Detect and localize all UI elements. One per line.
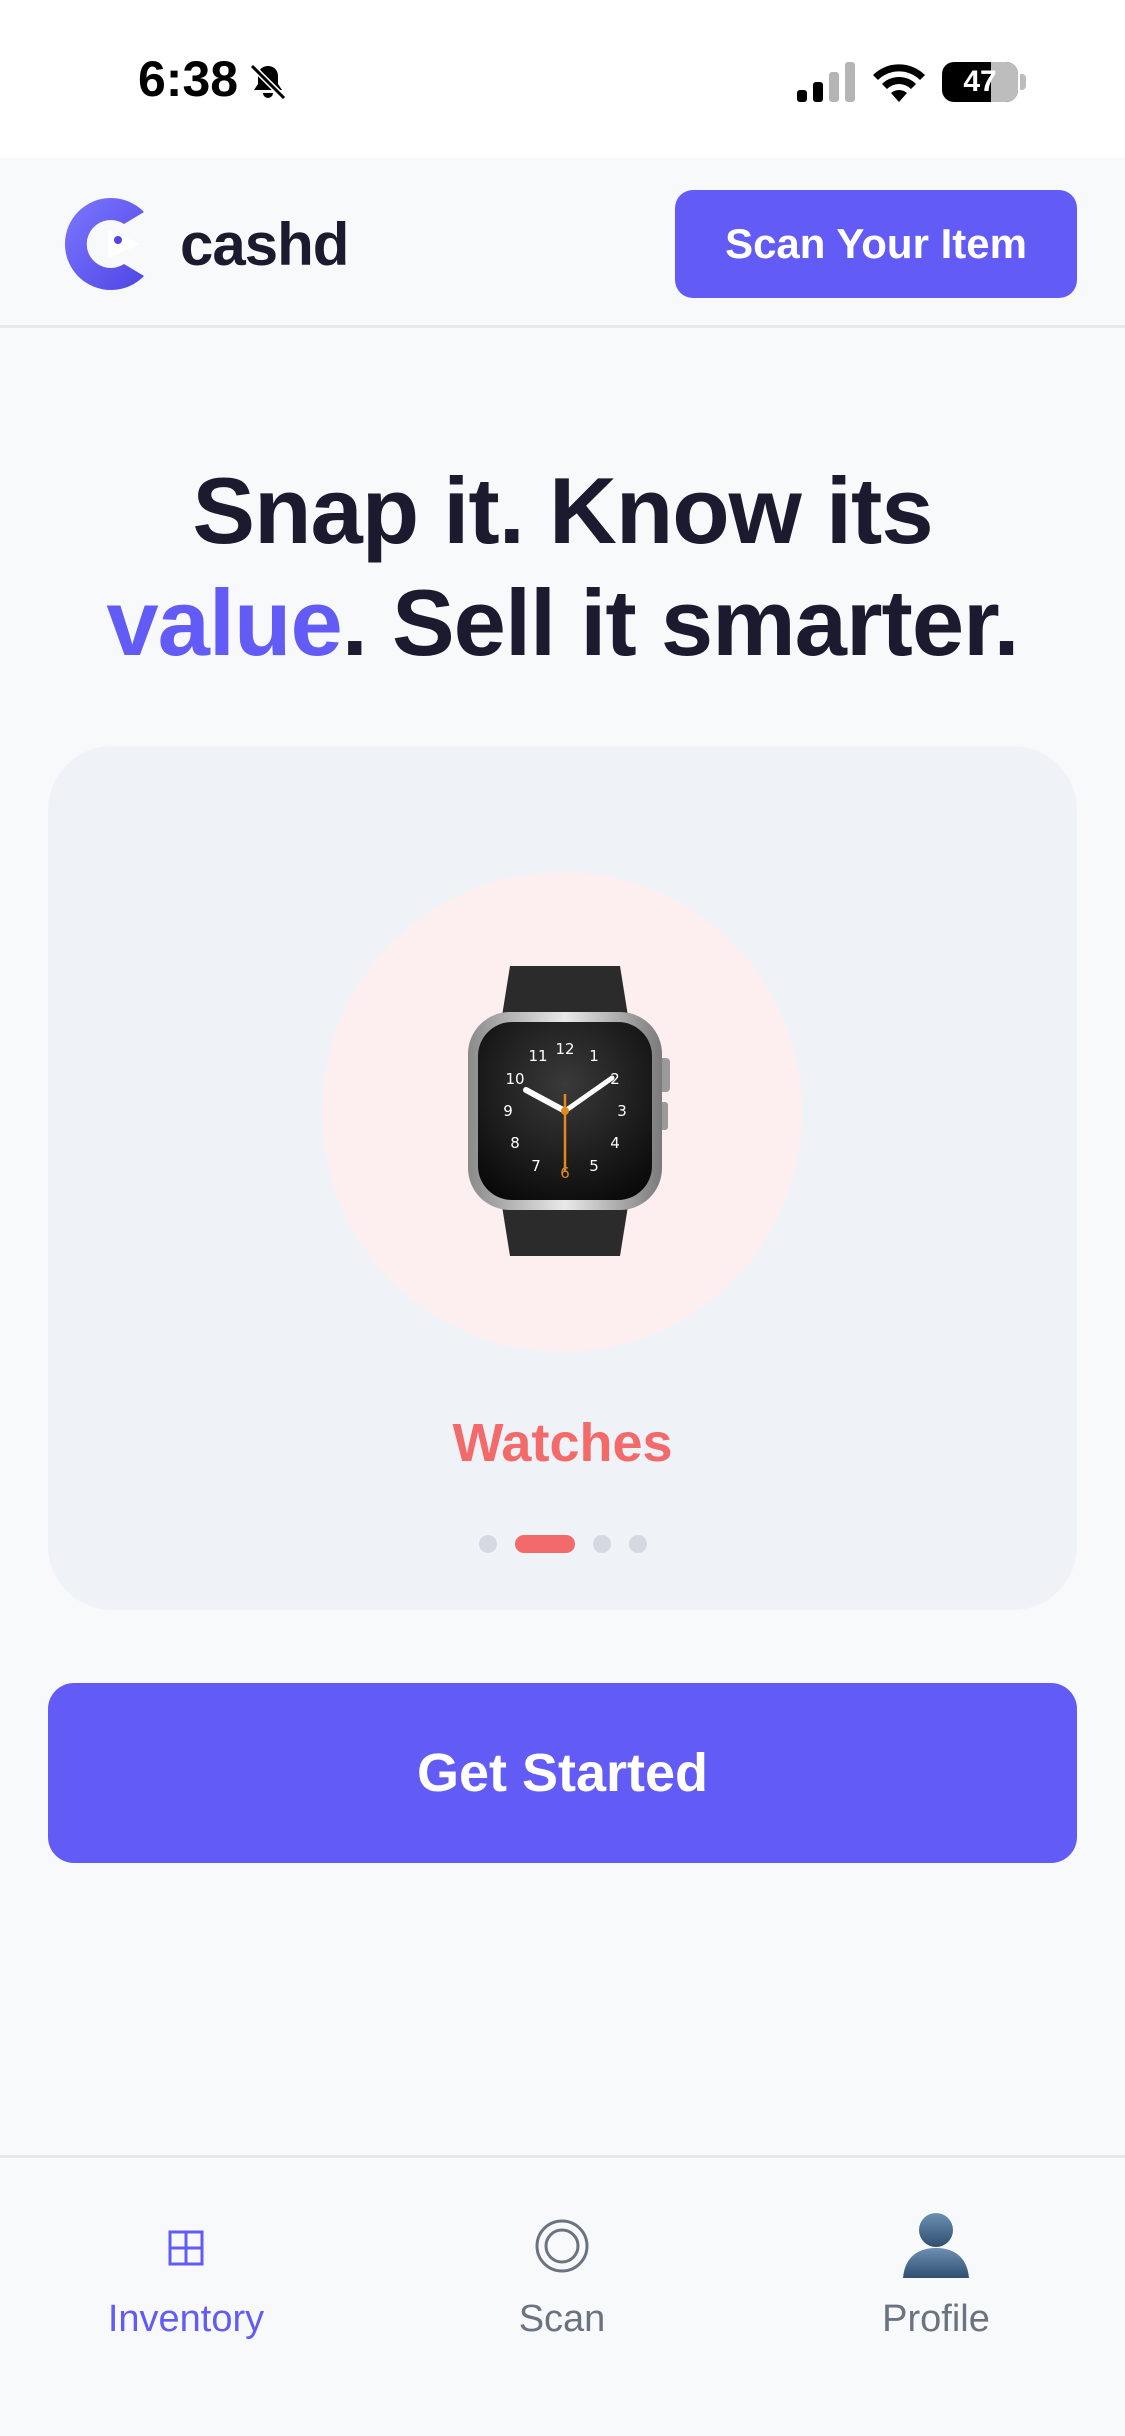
grid-icon <box>168 2230 204 2266</box>
wifi-icon <box>873 64 925 102</box>
cashd-logo-icon[interactable] <box>56 190 150 298</box>
carousel-dot-4[interactable] <box>628 1535 647 1553</box>
person-icon <box>903 2213 969 2278</box>
status-bar: 6:38 47 <box>0 0 1125 158</box>
smartwatch-image: 12 1 2 3 4 5 6 7 8 9 10 11 <box>468 966 670 1256</box>
status-time: 6:38 <box>138 51 239 107</box>
tab-profile-label: Profile <box>882 2298 990 2340</box>
tab-profile[interactable]: Profile <box>786 2188 1086 2358</box>
hero-headline: Snap it. Know its value. Sell it smarter… <box>0 455 1125 679</box>
tab-scan[interactable]: Scan <box>412 2188 712 2358</box>
headline-accent-word: value <box>106 570 342 675</box>
svg-text:11: 11 <box>528 1047 547 1065</box>
app-screen: 6:38 47 cashd Scan Your Item Snap it. Kn… <box>0 0 1125 2436</box>
svg-text:7: 7 <box>531 1157 541 1175</box>
scan-ring-icon <box>535 2219 589 2273</box>
bell-slash-icon <box>249 63 287 101</box>
tab-inventory-label: Inventory <box>107 2298 265 2340</box>
svg-text:9: 9 <box>503 1102 513 1120</box>
carousel-dot-3[interactable] <box>592 1535 611 1553</box>
app-header: cashd Scan Your Item <box>0 158 1125 328</box>
svg-text:12: 12 <box>555 1040 574 1058</box>
battery-tip <box>1020 74 1026 90</box>
svg-text:4: 4 <box>610 1134 620 1152</box>
headline-line-2-rest: . Sell it smarter. <box>341 570 1020 675</box>
carousel-dot-2-active[interactable] <box>514 1535 575 1553</box>
svg-text:5: 5 <box>589 1157 599 1175</box>
logo-wordmark: cashd <box>180 211 349 278</box>
get-started-button[interactable]: Get Started <box>48 1683 1077 1863</box>
tab-scan-label: Scan <box>518 2298 606 2340</box>
signal-icon <box>797 62 855 102</box>
carousel-dot-1[interactable] <box>478 1535 497 1553</box>
svg-text:3: 3 <box>617 1102 627 1120</box>
battery-icon: 47 <box>942 62 1018 102</box>
carousel-pagination <box>48 1534 1077 1554</box>
battery-level: 47 <box>963 65 997 98</box>
tab-inventory[interactable]: Inventory <box>36 2188 336 2358</box>
scan-your-item-button[interactable]: Scan Your Item <box>675 190 1077 298</box>
headline-line-1: Snap it. Know its <box>192 458 933 563</box>
svg-text:8: 8 <box>510 1134 520 1152</box>
category-carousel[interactable]: 12 1 2 3 4 5 6 7 8 9 10 11 Watches <box>48 746 1077 1610</box>
category-label: Watches <box>452 1413 673 1473</box>
svg-text:10: 10 <box>505 1070 524 1088</box>
headline-line-2: value. Sell it smarter. <box>0 567 1125 679</box>
svg-text:1: 1 <box>589 1047 599 1065</box>
bottom-tab-bar: Inventory Scan Profile <box>0 2155 1125 2436</box>
